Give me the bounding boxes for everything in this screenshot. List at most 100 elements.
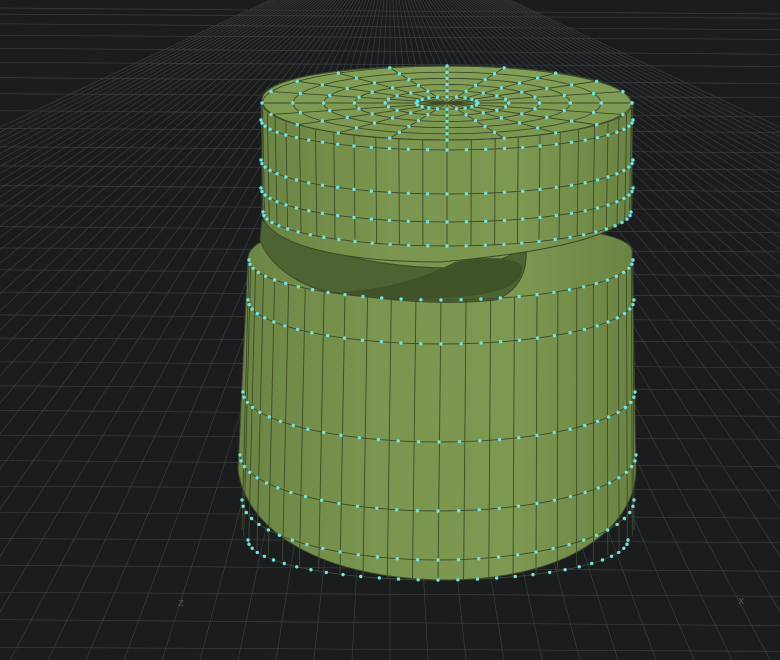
cap-vertex[interactable] bbox=[445, 126, 449, 130]
lower-vertex[interactable] bbox=[498, 340, 503, 344]
cap-vertex[interactable] bbox=[630, 101, 634, 105]
cap-vertex[interactable] bbox=[483, 77, 487, 82]
upper-vertex[interactable] bbox=[521, 145, 525, 150]
upper-vertex[interactable] bbox=[554, 185, 558, 190]
lower-vertex[interactable] bbox=[342, 336, 347, 340]
lower-vertex[interactable] bbox=[250, 546, 254, 550]
lower-vertex[interactable] bbox=[632, 498, 636, 502]
lower-vertex[interactable] bbox=[277, 533, 282, 537]
cap-vertex[interactable] bbox=[517, 81, 522, 85]
cap-vertex[interactable] bbox=[545, 115, 549, 120]
lower-vertex[interactable] bbox=[250, 405, 255, 410]
cap-vertex[interactable] bbox=[388, 66, 392, 70]
lower-vertex[interactable] bbox=[606, 528, 610, 532]
cap-vertex[interactable] bbox=[354, 76, 359, 80]
cap-vertex[interactable] bbox=[426, 113, 430, 117]
upper-vertex[interactable] bbox=[320, 211, 325, 215]
cap-vertex[interactable] bbox=[295, 79, 299, 84]
cap-vertex[interactable] bbox=[298, 91, 303, 96]
lower-vertex[interactable] bbox=[582, 327, 587, 332]
cap-vertex[interactable] bbox=[260, 101, 264, 105]
lower-vertex[interactable] bbox=[322, 430, 326, 435]
lower-vertex[interactable] bbox=[396, 577, 401, 581]
cap-vertex[interactable] bbox=[476, 101, 480, 105]
cap-vertex[interactable] bbox=[473, 83, 478, 88]
upper-vertex[interactable] bbox=[631, 186, 635, 190]
lower-vertex[interactable] bbox=[582, 538, 586, 542]
lower-vertex[interactable] bbox=[479, 297, 483, 301]
lower-vertex[interactable] bbox=[296, 285, 300, 289]
upper-vertex[interactable] bbox=[568, 235, 572, 239]
lower-vertex[interactable] bbox=[246, 298, 250, 302]
lower-vertex[interactable] bbox=[567, 288, 572, 292]
lower-vertex[interactable] bbox=[395, 557, 399, 561]
cap-vertex[interactable] bbox=[370, 112, 374, 116]
lower-vertex[interactable] bbox=[283, 324, 287, 328]
upper-vertex[interactable] bbox=[627, 124, 631, 128]
cap-vertex[interactable] bbox=[464, 113, 468, 117]
cap-vertex[interactable] bbox=[492, 130, 497, 134]
lower-vertex[interactable] bbox=[567, 542, 571, 547]
lower-vertex[interactable] bbox=[535, 501, 539, 506]
upper-vertex[interactable] bbox=[537, 239, 541, 244]
upper-vertex[interactable] bbox=[262, 213, 266, 218]
cap-vertex[interactable] bbox=[537, 101, 542, 105]
cap-vertex[interactable] bbox=[621, 112, 625, 117]
lower-vertex[interactable] bbox=[399, 297, 403, 301]
upper-vertex[interactable] bbox=[263, 193, 267, 197]
upper-vertex[interactable] bbox=[594, 230, 598, 234]
lower-vertex[interactable] bbox=[326, 290, 330, 295]
lower-vertex[interactable] bbox=[630, 262, 634, 266]
cap-vertex[interactable] bbox=[495, 108, 499, 112]
lower-vertex[interactable] bbox=[244, 510, 248, 515]
upper-vertex[interactable] bbox=[554, 213, 558, 218]
upper-vertex[interactable] bbox=[521, 189, 525, 193]
lower-vertex[interactable] bbox=[607, 415, 611, 419]
lower-vertex[interactable] bbox=[248, 262, 252, 266]
lower-vertex[interactable] bbox=[419, 342, 423, 346]
cap-vertex[interactable] bbox=[445, 70, 449, 74]
cap-vertex[interactable] bbox=[354, 126, 359, 130]
upper-vertex[interactable] bbox=[630, 121, 634, 125]
lower-vertex[interactable] bbox=[552, 290, 556, 295]
lower-vertex[interactable] bbox=[609, 554, 614, 558]
cap-vertex[interactable] bbox=[269, 89, 273, 94]
lower-vertex[interactable] bbox=[415, 509, 419, 513]
lower-vertex[interactable] bbox=[477, 557, 481, 561]
upper-vertex[interactable] bbox=[259, 186, 263, 190]
upper-vertex[interactable] bbox=[263, 165, 267, 169]
upper-vertex[interactable] bbox=[268, 168, 272, 173]
lower-vertex[interactable] bbox=[303, 494, 308, 499]
lower-vertex[interactable] bbox=[630, 464, 634, 469]
lower-vertex[interactable] bbox=[627, 266, 631, 270]
lower-vertex[interactable] bbox=[264, 481, 269, 485]
upper-vertex[interactable] bbox=[259, 158, 263, 162]
lower-vertex[interactable] bbox=[439, 298, 443, 302]
lower-vertex[interactable] bbox=[355, 504, 360, 508]
lower-vertex[interactable] bbox=[582, 285, 586, 289]
upper-vertex[interactable] bbox=[336, 213, 340, 218]
cap-vertex[interactable] bbox=[562, 108, 566, 113]
upper-vertex[interactable] bbox=[425, 192, 430, 196]
cap-vertex[interactable] bbox=[535, 76, 540, 80]
cap-vertex[interactable] bbox=[520, 90, 524, 94]
lower-vertex[interactable] bbox=[607, 481, 612, 485]
lower-vertex[interactable] bbox=[246, 538, 250, 542]
upper-vertex[interactable] bbox=[406, 147, 410, 151]
lower-vertex[interactable] bbox=[258, 410, 262, 414]
lower-vertex[interactable] bbox=[457, 440, 462, 444]
upper-vertex[interactable] bbox=[615, 172, 619, 176]
cap-vertex[interactable] bbox=[320, 119, 324, 123]
cap-vertex[interactable] bbox=[426, 89, 430, 94]
upper-vertex[interactable] bbox=[553, 237, 557, 242]
upper-vertex[interactable] bbox=[388, 242, 392, 246]
lower-vertex[interactable] bbox=[263, 316, 267, 320]
upper-vertex[interactable] bbox=[595, 206, 600, 210]
lower-vertex[interactable] bbox=[309, 568, 313, 572]
lower-vertex[interactable] bbox=[271, 558, 276, 562]
lower-vertex[interactable] bbox=[343, 292, 347, 297]
upper-vertex[interactable] bbox=[484, 191, 488, 195]
upper-vertex[interactable] bbox=[369, 189, 373, 193]
lower-vertex[interactable] bbox=[247, 258, 251, 262]
lower-vertex[interactable] bbox=[615, 316, 619, 320]
